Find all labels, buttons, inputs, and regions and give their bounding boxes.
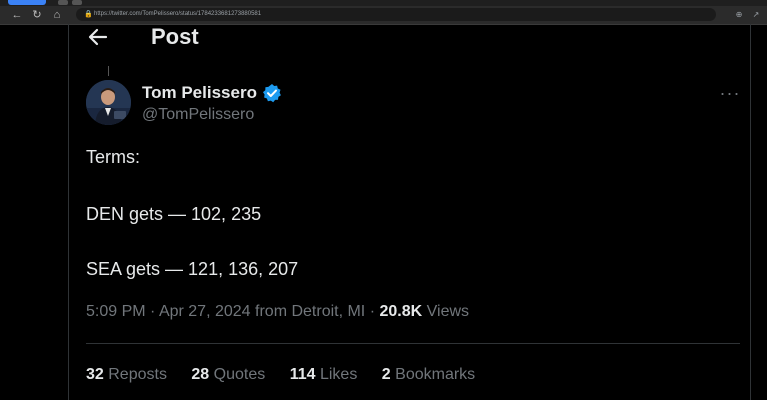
column-border-right — [750, 24, 751, 400]
bookmarks-stat[interactable]: 2 Bookmarks — [382, 366, 475, 384]
views-count[interactable]: 20.8K — [379, 303, 422, 320]
tweet-location: from Detroit, MI — [255, 303, 366, 320]
thread-line — [108, 66, 109, 76]
quotes-stat[interactable]: 28 Quotes — [191, 366, 265, 384]
browser-tab-active[interactable] — [8, 0, 46, 5]
address-url: https://twitter.com/TomPelissero/status/… — [94, 11, 262, 17]
author-name[interactable]: Tom Pelissero — [142, 83, 257, 103]
likes-count: 114 — [289, 366, 316, 383]
tweet-time[interactable]: 5:09 PM — [86, 303, 146, 320]
zoom-icon[interactable]: ⊕ — [733, 9, 745, 21]
tweet-meta: 5:09 PM · Apr 27, 2024 from Detroit, MI … — [86, 303, 469, 321]
engagement-stats: 32 Reposts 28 Quotes 114 Likes 2 Bookmar… — [86, 366, 495, 384]
reposts-stat[interactable]: 32 Reposts — [86, 366, 167, 384]
tweet-text-line: Terms: — [86, 147, 140, 167]
browser-toolbar: ← ↻ ⌂ 🔒 https://twitter.com/TomPelissero… — [0, 6, 767, 25]
share-icon[interactable]: ↗ — [750, 9, 762, 21]
quotes-count: 28 — [191, 366, 210, 383]
quotes-label: Quotes — [213, 366, 266, 383]
browser-tab[interactable] — [72, 0, 82, 5]
likes-stat[interactable]: 114 Likes — [290, 366, 358, 384]
browser-refresh-icon[interactable]: ↻ — [30, 8, 44, 22]
bookmarks-count: 2 — [381, 366, 391, 383]
meta-separator: · — [150, 303, 159, 320]
views-label: Views — [426, 303, 470, 320]
more-options-icon[interactable]: ··· — [718, 84, 742, 102]
address-bar[interactable]: 🔒 https://twitter.com/TomPelissero/statu… — [76, 8, 716, 21]
bookmarks-label: Bookmarks — [395, 366, 476, 383]
verified-badge-icon — [262, 83, 282, 103]
likes-label: Likes — [319, 366, 358, 383]
tweet-text-line: DEN gets — 102, 235 — [86, 204, 262, 224]
column-border-left — [68, 24, 69, 400]
browser-back-icon[interactable]: ← — [10, 8, 24, 22]
author-handle[interactable]: @TomPelissero — [142, 106, 254, 124]
tweet-text-line: SEA gets — 121, 136, 207 — [86, 259, 299, 279]
browser-tab[interactable] — [58, 0, 68, 5]
lock-icon: 🔒 — [84, 11, 93, 18]
reposts-count: 32 — [86, 366, 104, 383]
tweet-date[interactable]: Apr 27, 2024 — [159, 303, 251, 320]
browser-home-icon[interactable]: ⌂ — [50, 8, 64, 22]
avatar[interactable] — [86, 80, 131, 125]
page-title: Post — [151, 24, 199, 49]
back-arrow-icon[interactable] — [86, 24, 110, 50]
reposts-label: Reposts — [108, 366, 167, 383]
divider — [86, 343, 740, 344]
